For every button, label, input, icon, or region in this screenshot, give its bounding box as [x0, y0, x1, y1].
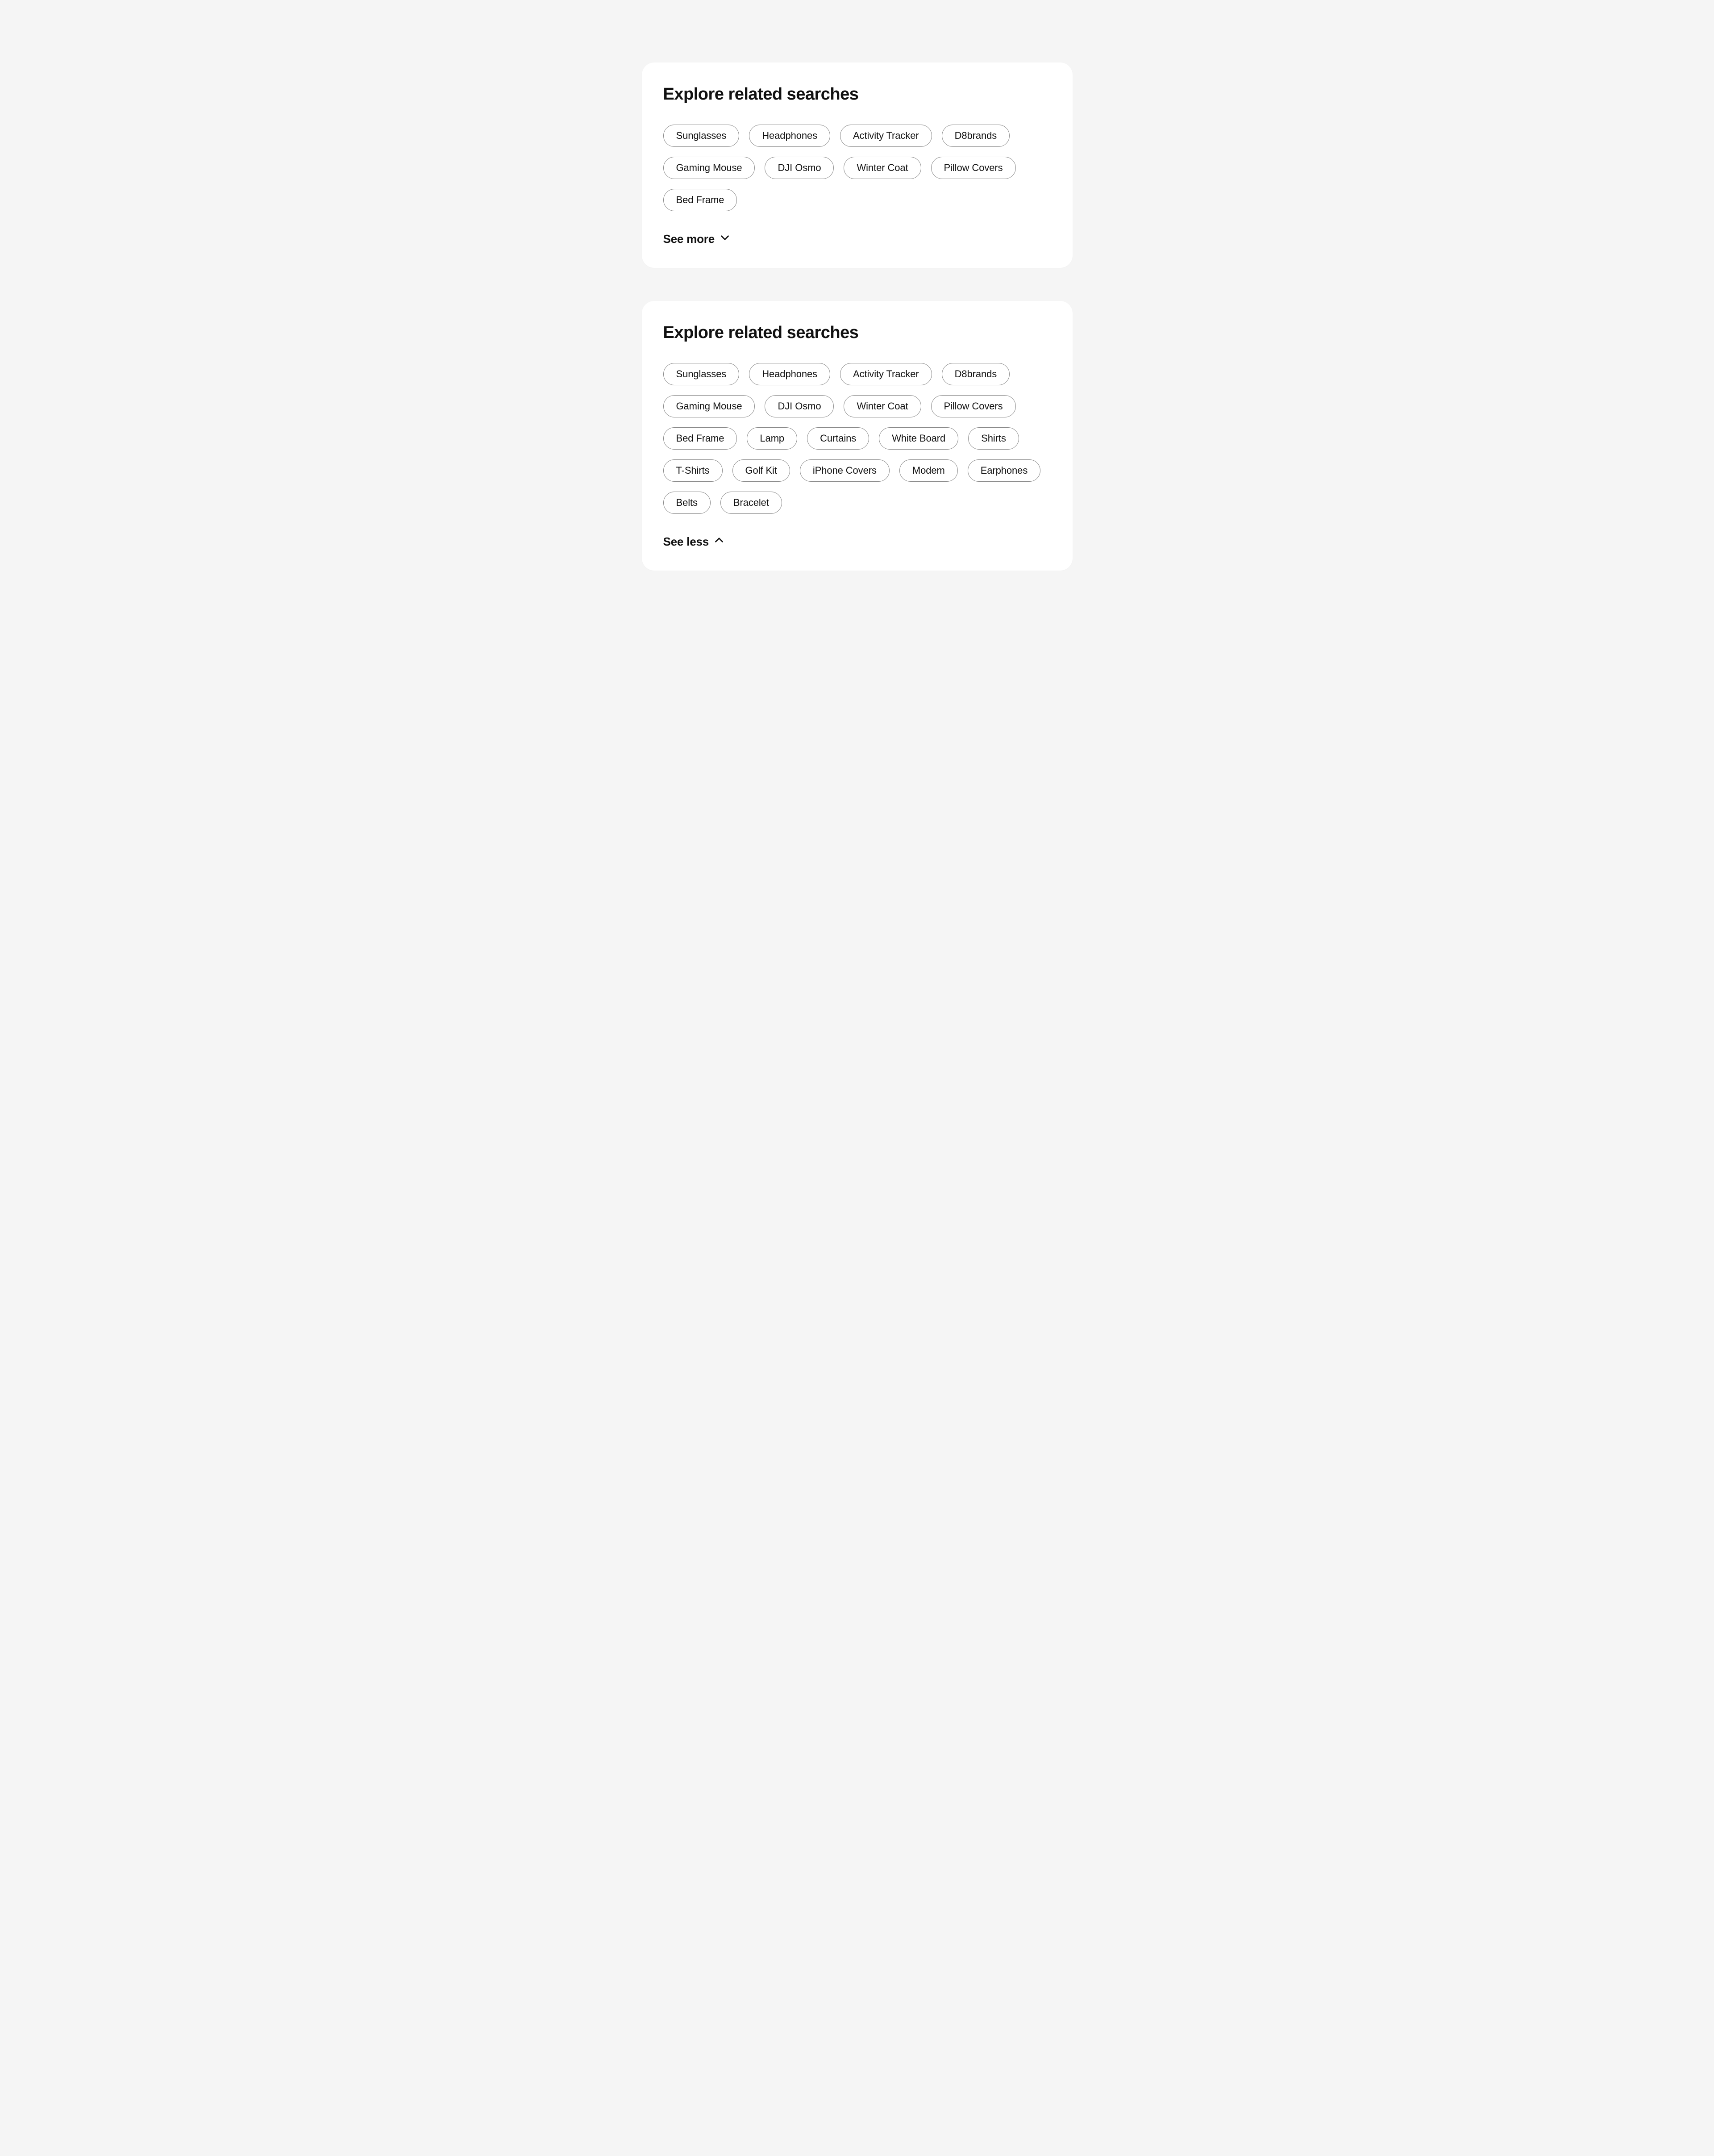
search-chip[interactable]: Curtains: [807, 427, 869, 450]
search-chip[interactable]: DJI Osmo: [765, 157, 834, 179]
search-chip[interactable]: Modem: [899, 459, 958, 482]
toggle-label: See less: [663, 535, 709, 549]
search-chip[interactable]: Headphones: [749, 125, 830, 147]
search-chip[interactable]: Gaming Mouse: [663, 157, 755, 179]
toggle-label: See more: [663, 232, 715, 246]
chip-group: Sunglasses Headphones Activity Tracker D8br…: [663, 125, 1051, 211]
chip-group: Sunglasses Headphones Activity Tracker D8br…: [663, 363, 1051, 514]
search-chip[interactable]: Activity Tracker: [840, 363, 932, 385]
card-title: Explore related searches: [663, 323, 1051, 342]
related-searches-card-expanded: Explore related searches Sunglasses Headp…: [642, 301, 1073, 571]
search-chip[interactable]: Lamp: [747, 427, 797, 450]
search-chip[interactable]: D8brands: [942, 125, 1010, 147]
search-chip[interactable]: Bed Frame: [663, 189, 737, 211]
see-more-button[interactable]: See more: [663, 232, 731, 246]
search-chip[interactable]: White Board: [879, 427, 958, 450]
search-chip[interactable]: Golf Kit: [732, 459, 790, 482]
chevron-down-icon: [719, 232, 731, 246]
search-chip[interactable]: Bracelet: [720, 492, 782, 514]
search-chip[interactable]: iPhone Covers: [800, 459, 890, 482]
search-chip[interactable]: DJI Osmo: [765, 395, 834, 417]
card-title: Explore related searches: [663, 85, 1051, 104]
search-chip[interactable]: Shirts: [968, 427, 1019, 450]
search-chip[interactable]: Activity Tracker: [840, 125, 932, 147]
chevron-up-icon: [713, 534, 725, 549]
search-chip[interactable]: Gaming Mouse: [663, 395, 755, 417]
search-chip[interactable]: Belts: [663, 492, 711, 514]
search-chip[interactable]: Pillow Covers: [931, 395, 1016, 417]
search-chip[interactable]: Winter Coat: [844, 157, 921, 179]
search-chip[interactable]: Headphones: [749, 363, 830, 385]
search-chip[interactable]: Sunglasses: [663, 363, 740, 385]
search-chip[interactable]: Earphones: [968, 459, 1041, 482]
see-less-button[interactable]: See less: [663, 534, 725, 549]
search-chip[interactable]: T-Shirts: [663, 459, 723, 482]
related-searches-card-collapsed: Explore related searches Sunglasses Headp…: [642, 63, 1073, 268]
search-chip[interactable]: Pillow Covers: [931, 157, 1016, 179]
search-chip[interactable]: Sunglasses: [663, 125, 740, 147]
search-chip[interactable]: Winter Coat: [844, 395, 921, 417]
search-chip[interactable]: Bed Frame: [663, 427, 737, 450]
search-chip[interactable]: D8brands: [942, 363, 1010, 385]
